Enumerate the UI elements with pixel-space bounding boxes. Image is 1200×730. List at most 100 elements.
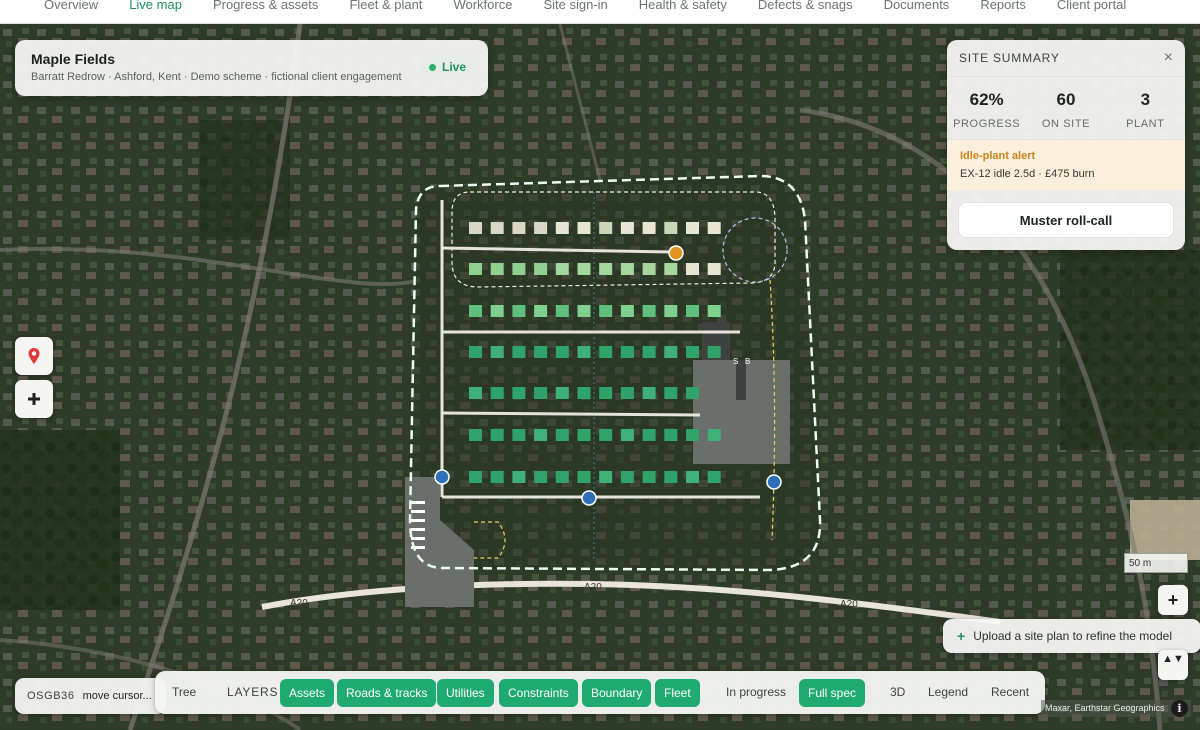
- compass-button[interactable]: ▲▼: [1158, 650, 1188, 680]
- plot-marker[interactable]: [664, 471, 678, 483]
- plot-marker[interactable]: [512, 429, 526, 441]
- plot-marker[interactable]: [469, 346, 482, 358]
- plot-marker[interactable]: [599, 429, 613, 441]
- info-icon[interactable]: i: [1171, 700, 1188, 717]
- plot-marker[interactable]: [469, 429, 482, 441]
- plot-marker[interactable]: [555, 222, 569, 234]
- plot-marker[interactable]: [577, 222, 591, 234]
- nav-health-safety[interactable]: Health & safety: [639, 0, 727, 23]
- plot-marker[interactable]: [664, 263, 678, 275]
- nav-overview[interactable]: Overview: [44, 0, 98, 23]
- worker-marker[interactable]: [766, 474, 782, 490]
- plot-marker[interactable]: [577, 387, 591, 399]
- plot-marker[interactable]: [555, 471, 569, 483]
- idle-plant-alert[interactable]: Idle-plant alert EX-12 idle 2.5d · £475 …: [947, 140, 1185, 190]
- nav-live-map[interactable]: Live map: [129, 0, 182, 23]
- plot-marker[interactable]: [707, 263, 721, 275]
- layer-chip-assets[interactable]: Assets: [280, 679, 335, 707]
- nav-workforce[interactable]: Workforce: [453, 0, 512, 23]
- plot-marker[interactable]: [686, 471, 699, 483]
- plot-marker[interactable]: [577, 471, 591, 483]
- plot-marker[interactable]: [469, 387, 482, 399]
- plot-marker[interactable]: [534, 387, 548, 399]
- zoom-in-button[interactable]: +: [1158, 585, 1188, 615]
- recent-button[interactable]: Recent: [991, 671, 1029, 714]
- plot-marker[interactable]: [490, 263, 504, 275]
- plot-marker[interactable]: [469, 222, 482, 234]
- plot-marker[interactable]: [469, 263, 482, 275]
- plot-marker[interactable]: [490, 305, 504, 317]
- layer-chip-roads[interactable]: Roads & tracks: [337, 679, 437, 707]
- plot-marker[interactable]: [642, 387, 656, 399]
- mode-full-spec[interactable]: Full spec: [799, 679, 866, 707]
- plot-marker[interactable]: [577, 429, 591, 441]
- nav-reports[interactable]: Reports: [980, 0, 1026, 23]
- worker-marker[interactable]: [581, 490, 597, 506]
- plot-marker[interactable]: [599, 222, 613, 234]
- legend-button[interactable]: Legend: [928, 671, 968, 714]
- plot-marker[interactable]: [642, 471, 656, 483]
- plot-marker[interactable]: [490, 346, 504, 358]
- nav-site-sign-in[interactable]: Site sign-in: [543, 0, 607, 23]
- plot-marker[interactable]: [534, 346, 548, 358]
- plot-marker[interactable]: [512, 263, 526, 275]
- plot-marker[interactable]: [512, 222, 526, 234]
- plot-marker[interactable]: [620, 471, 634, 483]
- plot-marker[interactable]: [534, 263, 548, 275]
- plot-marker[interactable]: [664, 222, 678, 234]
- plot-marker[interactable]: [599, 305, 613, 317]
- layer-chip-fleet[interactable]: Fleet: [655, 679, 700, 707]
- plot-marker[interactable]: [707, 305, 721, 317]
- map-pin-button[interactable]: [15, 337, 53, 375]
- close-icon[interactable]: ×: [1164, 49, 1173, 67]
- plot-marker[interactable]: [686, 429, 699, 441]
- nav-defects-snags[interactable]: Defects & snags: [758, 0, 853, 23]
- plot-marker[interactable]: [555, 429, 569, 441]
- plot-marker[interactable]: [599, 387, 613, 399]
- tree-toggle[interactable]: Tree: [172, 671, 196, 714]
- plot-marker[interactable]: [599, 471, 613, 483]
- plot-marker[interactable]: [664, 387, 678, 399]
- worker-marker[interactable]: [434, 469, 450, 485]
- plot-marker[interactable]: [620, 222, 634, 234]
- plot-marker[interactable]: [620, 263, 634, 275]
- plot-marker[interactable]: [642, 346, 656, 358]
- plot-marker[interactable]: [620, 387, 634, 399]
- plot-marker[interactable]: [686, 305, 699, 317]
- plot-marker[interactable]: [686, 346, 699, 358]
- plot-marker[interactable]: [686, 222, 699, 234]
- nav-client-portal[interactable]: Client portal: [1057, 0, 1126, 23]
- plot-marker[interactable]: [686, 387, 699, 399]
- plot-marker[interactable]: [490, 387, 504, 399]
- plot-marker[interactable]: [490, 222, 504, 234]
- plot-marker[interactable]: [620, 305, 634, 317]
- nav-documents[interactable]: Documents: [884, 0, 950, 23]
- nav-fleet-plant[interactable]: Fleet & plant: [349, 0, 422, 23]
- plot-marker[interactable]: [664, 346, 678, 358]
- plot-marker[interactable]: [534, 429, 548, 441]
- plot-marker[interactable]: [577, 346, 591, 358]
- layer-chip-utilities[interactable]: Utilities: [437, 679, 494, 707]
- view-3d-toggle[interactable]: 3D: [890, 671, 905, 714]
- muster-roll-call-button[interactable]: Muster roll-call: [958, 202, 1174, 238]
- plot-marker[interactable]: [534, 471, 548, 483]
- plot-marker[interactable]: [512, 346, 526, 358]
- plot-marker[interactable]: [512, 305, 526, 317]
- plot-marker[interactable]: [664, 429, 678, 441]
- layer-chip-constraints[interactable]: Constraints: [499, 679, 578, 707]
- plot-marker[interactable]: [490, 429, 504, 441]
- add-point-button[interactable]: [15, 380, 53, 418]
- plot-marker[interactable]: [707, 346, 721, 358]
- plot-marker[interactable]: [512, 471, 526, 483]
- plot-marker[interactable]: [490, 471, 504, 483]
- plot-marker[interactable]: [469, 305, 482, 317]
- plot-marker[interactable]: [555, 346, 569, 358]
- plot-marker[interactable]: [599, 263, 613, 275]
- plot-marker[interactable]: [555, 305, 569, 317]
- nav-progress-assets[interactable]: Progress & assets: [213, 0, 319, 23]
- plot-marker[interactable]: [555, 387, 569, 399]
- plot-marker[interactable]: [642, 222, 656, 234]
- plot-marker[interactable]: [577, 305, 591, 317]
- upload-site-plan-button[interactable]: + Upload a site plan to refine the model: [943, 619, 1200, 653]
- plot-marker[interactable]: [534, 222, 548, 234]
